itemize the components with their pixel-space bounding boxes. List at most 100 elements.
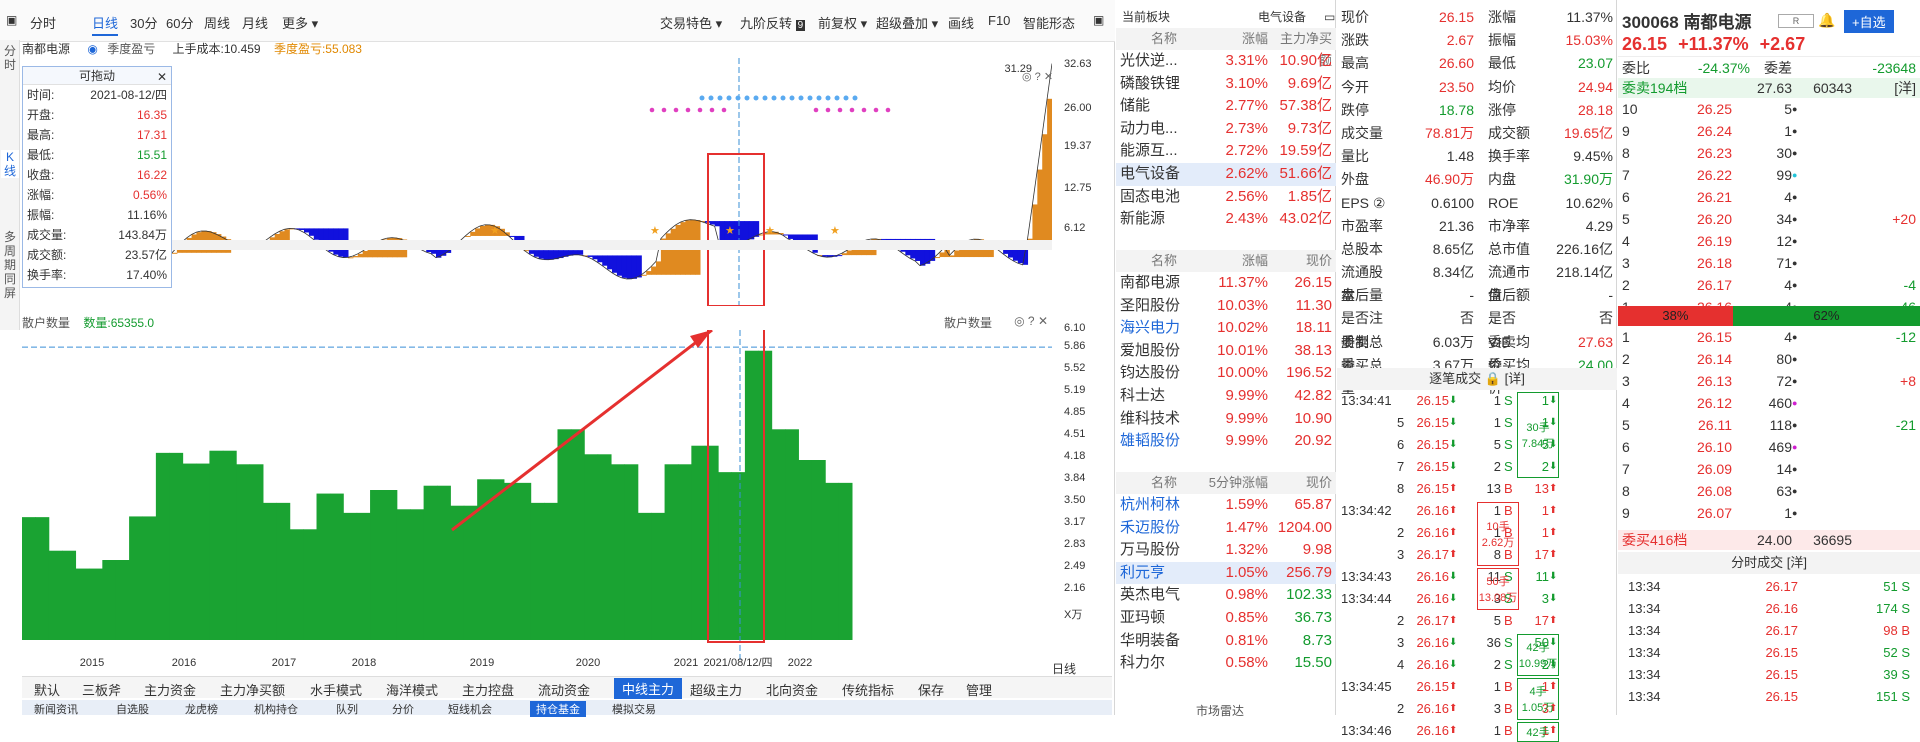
kline-band xyxy=(284,229,290,242)
kline-band xyxy=(616,255,623,276)
order-level: 4 26.12 460 ● xyxy=(1618,392,1920,414)
list-item[interactable]: 华明装备 0.81% 8.73 xyxy=(1116,630,1336,653)
bell-icon[interactable]: 🔔 xyxy=(1818,12,1835,29)
list-item[interactable]: 新能源 2.43% 43.02亿 xyxy=(1116,208,1336,231)
indicator-tab[interactable]: 北向资金 xyxy=(766,680,818,699)
kline-band xyxy=(792,234,799,241)
signal-dot xyxy=(807,95,813,101)
ticks-detail[interactable]: [详] xyxy=(1505,371,1525,386)
signal-dot xyxy=(753,95,759,101)
tab-monthly[interactable]: 月线 xyxy=(242,13,268,32)
signal-dot xyxy=(673,107,679,113)
list-item[interactable]: 科士达 9.99% 42.82 xyxy=(1116,385,1336,408)
dropdown-icon[interactable]: ◉ xyxy=(87,42,97,56)
info-title[interactable]: 可拖动 ✕ xyxy=(23,67,171,85)
list-item[interactable]: 亚玛顿 0.85% 36.73 xyxy=(1116,607,1336,630)
indicator-tab[interactable]: 海洋模式 xyxy=(386,680,438,699)
list-item[interactable]: 圣阳股份 10.03% 11.30 xyxy=(1116,295,1336,318)
list-item[interactable]: 动力电... 2.73% 9.73亿 xyxy=(1116,118,1336,141)
tab-daily[interactable]: 日线 xyxy=(92,13,119,36)
list-item[interactable]: 万马股份 1.32% 9.98 xyxy=(1116,539,1336,562)
vol-bar xyxy=(88,568,103,640)
list-item[interactable]: 南都电源 11.37% 26.15 xyxy=(1116,272,1336,295)
vol-axis-label: 5.52 xyxy=(1064,362,1086,374)
kline-chart[interactable]: 31.29★ ★ ★ ★ ★◎ ? ✕ xyxy=(22,58,1052,306)
indicator-tab[interactable]: 主力净买额 xyxy=(220,680,285,699)
side-tab-kline[interactable]: K线 xyxy=(1,150,19,178)
market-radar[interactable]: 市场雷达 xyxy=(1196,702,1244,719)
ticks-header: 逐笔成交 🔒 [详] xyxy=(1337,368,1617,390)
indicator-tab[interactable]: 保存 xyxy=(918,680,944,699)
list-item[interactable]: 杭州柯林 1.59% 65.87 xyxy=(1116,494,1336,517)
close-icon[interactable]: ✕ xyxy=(157,68,167,86)
indicator-tab[interactable]: 主力控盘 xyxy=(462,680,514,699)
vol-chart[interactable]: 2015 2016 2017 2018 2019 2020 2021 2021/08/12/四… xyxy=(22,330,1052,670)
order-level: 10 26.25 5 ● xyxy=(1618,98,1920,120)
indicator-tab[interactable]: 传统指标 xyxy=(842,680,894,699)
list-item[interactable]: 爱旭股份 10.01% 38.13 xyxy=(1116,340,1336,363)
kline-band xyxy=(656,261,662,275)
list-item[interactable]: 钧达股份 10.00% 196.52 xyxy=(1116,362,1336,385)
menu-smart-pattern[interactable]: 智能形态 xyxy=(1023,13,1075,32)
menu-adjust[interactable]: 前复权 ▾ xyxy=(818,13,867,32)
side-tab-multi[interactable]: 多周期同屏 xyxy=(1,230,19,300)
tab-more[interactable]: 更多 ▾ xyxy=(282,13,318,32)
add-watchlist-button[interactable]: +自选 xyxy=(1844,10,1894,33)
indicator-tab[interactable]: 主力资金 xyxy=(144,680,196,699)
list-item[interactable]: 光伏逆... 3.31% 10.90亿 xyxy=(1116,50,1336,73)
info-tooltip[interactable]: 可拖动 ✕ 时间: 2021-08-12/四 开盘: 16.35 最高: 17.31 最低: 1… xyxy=(22,66,172,288)
order-level: 1 26.15 4 ● -12 xyxy=(1618,326,1920,348)
indicator-tab[interactable]: 中线主力 xyxy=(614,678,683,699)
indicator-tab[interactable]: 水手模式 xyxy=(310,680,362,699)
list-item[interactable]: 禾迈股份 1.47% 1204.00 xyxy=(1116,517,1336,540)
sector-tag[interactable]: 电气设备 xyxy=(1258,6,1306,28)
quote-row: 外盘 46.90万 内盘 31.90万 xyxy=(1341,171,1613,188)
list-item[interactable]: 利元亨 1.05% 256.79 xyxy=(1116,561,1336,585)
list-item[interactable]: 能源互... 2.72% 19.59亿 xyxy=(1116,140,1336,163)
indicator-name[interactable]: 季度盈亏 xyxy=(107,42,155,56)
vol-bar xyxy=(544,502,558,640)
tick-summary-box: 10手 2.62万 xyxy=(1477,502,1519,566)
quote-row: 最高 26.60 最低 23.07 xyxy=(1341,55,1613,72)
vol-bar xyxy=(209,450,224,640)
kchart-controls-icon[interactable]: ◎ ? ✕ xyxy=(1022,71,1052,83)
info-row: 最高: 17.31 xyxy=(27,128,167,142)
menu-draw[interactable]: 画线 xyxy=(948,13,974,32)
axis-right-label: 日线 xyxy=(1052,662,1077,676)
side-tab-fenshi[interactable]: 分时 xyxy=(1,44,19,72)
signal-dot xyxy=(709,107,715,113)
indicator-tab[interactable]: 流动资金 xyxy=(538,680,590,699)
tab-weekly[interactable]: 周线 xyxy=(204,13,230,32)
list-item[interactable]: 科力尔 0.58% 15.50 xyxy=(1116,652,1336,675)
list-item[interactable]: 固态电池 2.56% 1.85亿 xyxy=(1116,186,1336,209)
menu-trade-feature[interactable]: 交易特色 ▾ xyxy=(660,13,722,32)
tick-row: 5 26.15 ⬇ 1 S 1 ⬇ xyxy=(1337,412,1617,434)
tab-30min[interactable]: 30分 xyxy=(130,13,157,32)
dot-icon: ● xyxy=(1792,376,1798,386)
list-item[interactable]: 英杰电气 0.98% 102.33 xyxy=(1116,584,1336,607)
menu-f10[interactable]: F10 xyxy=(988,13,1010,28)
quote-row: 涨跌 2.67 振幅 15.03% xyxy=(1341,32,1613,49)
fen-row: 13:34 26.15 39 S xyxy=(1628,667,1910,682)
menu-nine-reversal[interactable]: 九阶反转 9 xyxy=(740,13,806,32)
indicator-tab[interactable]: 三板斧 xyxy=(82,680,121,699)
list-item[interactable]: 海兴电力 10.02% 18.11 xyxy=(1116,317,1336,340)
list-item[interactable]: 磷酸铁锂 3.10% 9.69亿 xyxy=(1116,73,1336,96)
list-item[interactable]: 电气设备 2.62% 51.66亿 xyxy=(1116,162,1336,186)
tab-fenshi[interactable]: 分时 xyxy=(30,13,56,32)
list-item[interactable]: 储能 2.77% 57.38亿 xyxy=(1116,95,1336,118)
indicator-tab[interactable]: 默认 xyxy=(34,680,60,699)
settings-icon[interactable]: ◎ ? ✕ xyxy=(1014,314,1048,328)
list-item[interactable]: 雄韬股份 9.99% 20.92 xyxy=(1116,430,1336,453)
panel-toggle-icon[interactable]: ▣ xyxy=(1093,13,1104,27)
list-item[interactable]: 维科技术 9.99% 10.90 xyxy=(1116,408,1336,431)
r-badge[interactable]: R xyxy=(1778,14,1814,28)
sidebar-toggle-icon[interactable]: ▣ xyxy=(6,13,17,27)
kline-band xyxy=(538,250,545,259)
indicator-tab[interactable]: 管理 xyxy=(966,680,992,699)
minimize-icon[interactable]: ▭ xyxy=(1324,6,1335,28)
menu-overlay[interactable]: 超级叠加 ▾ xyxy=(876,13,938,32)
indicator-tab[interactable]: 超级主力 xyxy=(690,680,742,699)
tab-60min[interactable]: 60分 xyxy=(166,13,193,32)
fen-detail[interactable]: [洋] xyxy=(1787,555,1807,570)
